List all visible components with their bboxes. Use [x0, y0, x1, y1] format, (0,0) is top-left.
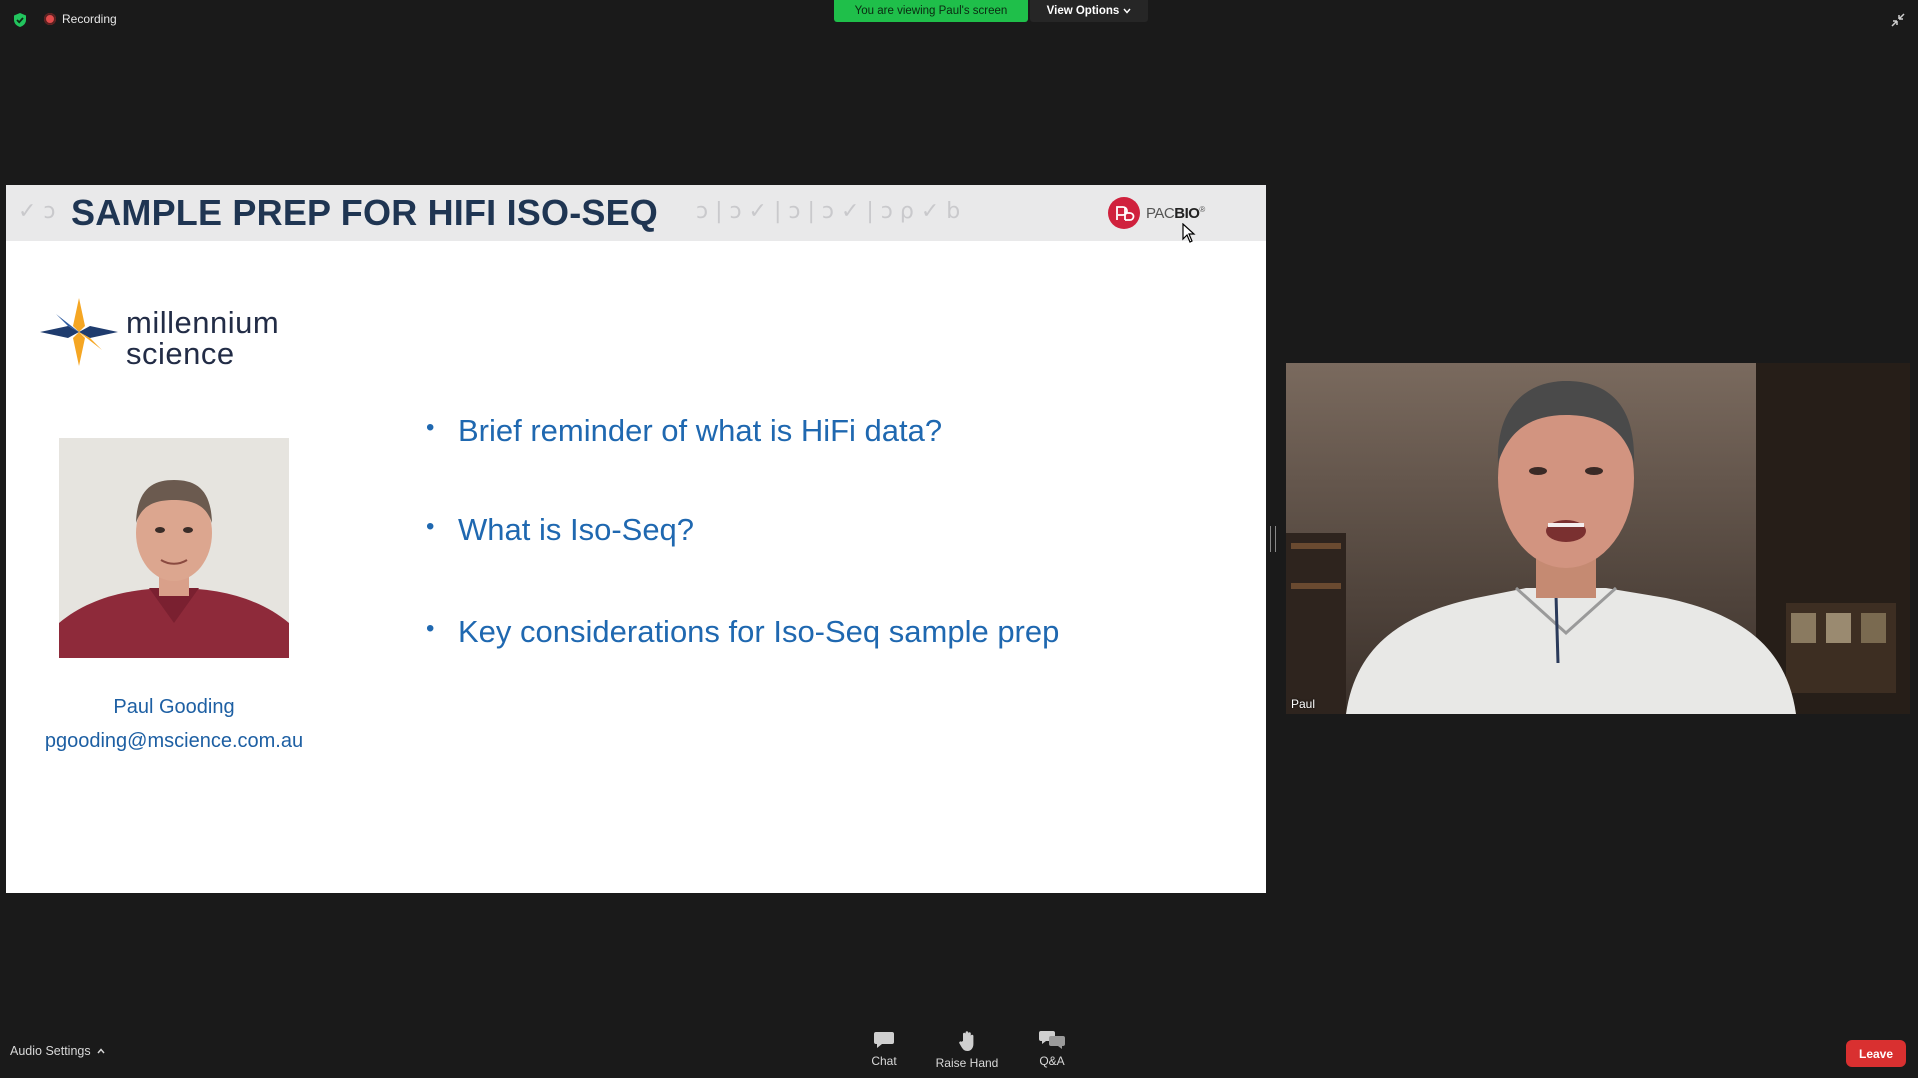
presenter-name: Paul Gooding [113, 696, 235, 718]
chevron-up-icon [97, 1048, 105, 1054]
qa-icon [1039, 1031, 1065, 1049]
shared-screen-slide: ✓ ↄ ↄ | ↄ ✓ | ↄ | ↄ ✓ | ↄ ρ ✓ b SAMPLE P… [6, 185, 1266, 893]
qa-label: Q&A [1039, 1054, 1065, 1068]
presenter-photo [59, 438, 289, 658]
raise-hand-button[interactable]: Raise Hand [932, 1030, 1002, 1070]
participant-name-label: Paul [1291, 697, 1316, 711]
pacbio-mark-icon [1108, 197, 1140, 229]
chat-button[interactable]: Chat [849, 1030, 919, 1068]
pacbio-suffix: BIO [1174, 204, 1200, 222]
chevron-down-icon [1123, 8, 1131, 14]
viewing-screen-banner: You are viewing Paul's screen [834, 0, 1028, 22]
exit-fullscreen-icon[interactable] [1890, 12, 1906, 28]
qa-button[interactable]: Q&A [1017, 1030, 1087, 1068]
record-icon [44, 13, 56, 25]
raise-hand-icon [959, 1031, 974, 1051]
presenter-email: pgooding@mscience.com.au [44, 730, 304, 752]
audio-settings-button[interactable]: Audio Settings [10, 1044, 105, 1058]
decorative-glyphs: ✓ ↄ [18, 199, 56, 224]
company-name-line2: science [126, 336, 235, 371]
recording-indicator[interactable]: Recording [44, 12, 117, 26]
bullet-text: What is Iso-Seq? [458, 512, 695, 547]
view-options-button[interactable]: View Options [1030, 0, 1148, 22]
slide-title: SAMPLE PREP FOR HIFI ISO-SEQ [71, 192, 659, 233]
decorative-glyphs: ↄ | ↄ ✓ | ↄ | ↄ ✓ | ↄ ρ ✓ b [696, 199, 961, 224]
mouse-cursor-icon [1182, 223, 1196, 243]
recording-label: Recording [62, 12, 117, 26]
security-shield-icon[interactable] [12, 12, 28, 28]
resize-splitter-handle[interactable] [1270, 526, 1276, 552]
bullet-dot-icon: • [426, 414, 435, 441]
participant-video-tile[interactable] [1286, 363, 1910, 714]
leave-button[interactable]: Leave [1846, 1040, 1906, 1067]
bullet-dot-icon: • [426, 615, 435, 642]
chat-label: Chat [871, 1054, 897, 1068]
bullet-text: Key considerations for Iso-Seq sample pr… [458, 614, 1060, 649]
bullet-dot-icon: • [426, 513, 435, 540]
pacbio-prefix: PAC [1146, 204, 1175, 222]
view-options-label: View Options [1046, 5, 1120, 17]
bullet-text: Brief reminder of what is HiFi data? [458, 413, 943, 448]
chat-icon [874, 1032, 894, 1048]
millennium-science-logo-icon [40, 298, 118, 366]
raise-hand-label: Raise Hand [935, 1056, 999, 1070]
audio-settings-label: Audio Settings [10, 1044, 91, 1058]
